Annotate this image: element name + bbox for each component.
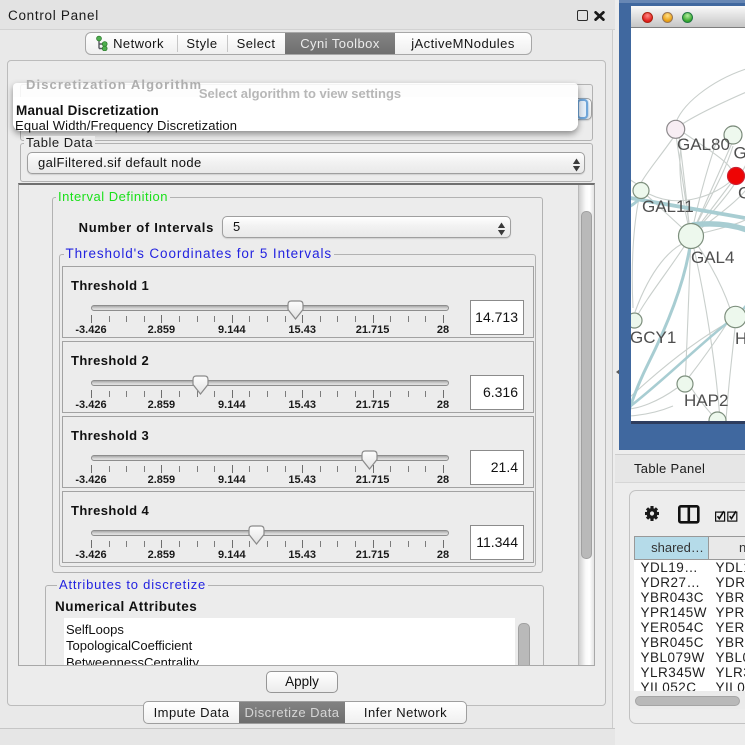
svg-text:C: C xyxy=(738,184,745,203)
svg-text:GAL11: GAL11 xyxy=(642,197,694,216)
svg-text:GAL4: GAL4 xyxy=(691,248,734,267)
svg-text:H: H xyxy=(735,329,745,348)
svg-text:GCY1: GCY1 xyxy=(631,328,676,347)
svg-text:GA: GA xyxy=(734,144,745,163)
svg-text:HAP2: HAP2 xyxy=(684,391,728,410)
svg-text:GAL80: GAL80 xyxy=(677,135,730,154)
